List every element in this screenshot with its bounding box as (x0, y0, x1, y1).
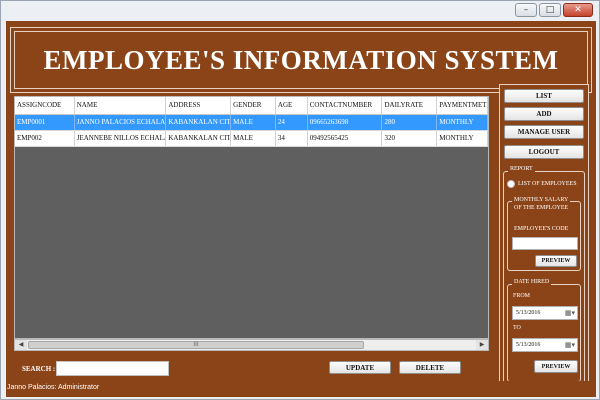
manage-user-button[interactable]: MANAGE USER (504, 125, 584, 139)
date-preview-button[interactable]: PREVIEW (534, 360, 578, 373)
table-cell: EMP0001 (15, 115, 75, 130)
logout-button[interactable]: LOGOUT (504, 145, 584, 159)
page-title: EMPLOYEE'S INFORMATION SYSTEM (43, 44, 559, 75)
scroll-right-icon[interactable]: ▶ (476, 340, 488, 350)
from-label: FROM (513, 293, 531, 299)
to-label: TO (513, 325, 521, 331)
table-cell: MONTHLY (437, 115, 488, 130)
sidebar: LIST ADD MANAGE USER LOGOUT REPORT LIST … (499, 84, 589, 389)
monthly-preview-button[interactable]: PREVIEW (535, 255, 577, 267)
date-hired-group: DATE HIRED FROM 5/13/2016 ▦▾ TO 5/13/201… (507, 279, 581, 382)
list-employees-label[interactable]: LIST OF EMPLOYEES (518, 181, 577, 187)
column-header[interactable]: NAME (75, 97, 167, 114)
table-cell: 320 (382, 131, 438, 146)
table-cell: 09665263698 (308, 115, 383, 130)
report-legend: REPORT (508, 166, 535, 172)
column-header[interactable]: PAYMENTMETH (437, 97, 488, 114)
scroll-left-icon[interactable]: ◀ (15, 340, 27, 350)
search-input[interactable] (56, 361, 169, 376)
column-header[interactable]: ASSIGNCODE (15, 97, 75, 114)
delete-button[interactable]: DELETE (399, 361, 461, 374)
table-cell: 34 (276, 131, 308, 146)
column-header[interactable]: GENDER (231, 97, 276, 114)
add-button[interactable]: ADD (504, 107, 584, 121)
calendar-dropdown-icon[interactable]: ▦▾ (565, 340, 575, 350)
table-row[interactable]: EMP0001 JANNO PALACIOS ECHALAR KABANKALA… (15, 115, 488, 131)
search-label: SEARCH : (22, 365, 56, 373)
monthly-salary-group: MONTHLY SALARY OF THE EMPLOYEE EMPLOYEE'S… (507, 196, 581, 271)
table-cell: 24 (276, 115, 308, 130)
table-cell: MALE (231, 115, 276, 130)
table-cell: JEANNEBE NILLOS ECHALAR (75, 131, 167, 146)
table-cell: KABANKALAN CITY (166, 115, 232, 130)
employee-code-label: EMPLOYEE'S CODE (514, 226, 569, 232)
column-header[interactable]: ADDRESS (166, 97, 232, 114)
table-cell: MALE (231, 131, 276, 146)
status-bar: Janno Palacios: Administrator (6, 381, 596, 397)
column-header[interactable]: CONTACTNUMBER (308, 97, 383, 114)
from-date-picker[interactable]: 5/13/2016 ▦▾ (512, 306, 578, 320)
horizontal-scrollbar[interactable]: ◀ III ▶ (14, 339, 489, 351)
list-button[interactable]: LIST (504, 89, 584, 103)
monthly-salary-legend: MONTHLY SALARY OF THE EMPLOYEE (512, 196, 571, 212)
date-hired-legend: DATE HIRED (512, 279, 552, 285)
close-icon[interactable]: ✕ (563, 3, 593, 17)
maximize-icon[interactable]: □ (539, 3, 561, 17)
window-controls: – □ ✕ (515, 3, 593, 17)
employee-code-input[interactable] (512, 237, 578, 250)
table-row[interactable]: EMP002 JEANNEBE NILLOS ECHALAR KABANKALA… (15, 131, 488, 147)
minimize-icon[interactable]: – (515, 3, 537, 17)
app-window: – □ ✕ EMPLOYEE'S INFORMATION SYSTEM ASSI… (0, 0, 600, 400)
scroll-thumb[interactable]: III (28, 341, 364, 349)
column-header[interactable]: DAILYRATE (382, 97, 438, 114)
table-cell: JANNO PALACIOS ECHALAR (75, 115, 167, 130)
table-cell: 09492565425 (308, 131, 383, 146)
table-header: ASSIGNCODE NAME ADDRESS GENDER AGE CONTA… (15, 97, 488, 115)
update-button[interactable]: UPDATE (329, 361, 391, 374)
calendar-dropdown-icon[interactable]: ▦▾ (565, 308, 575, 318)
list-employees-radio[interactable] (507, 180, 515, 188)
to-date-picker[interactable]: 5/13/2016 ▦▾ (512, 338, 578, 352)
employee-table[interactable]: ASSIGNCODE NAME ADDRESS GENDER AGE CONTA… (14, 96, 489, 339)
main-panel: EMPLOYEE'S INFORMATION SYSTEM ASSIGNCODE… (6, 21, 596, 397)
table-cell: MONTHLY (437, 131, 488, 146)
table-cell: 280 (382, 115, 438, 130)
table-cell: KABANKALAN CITY (166, 131, 232, 146)
report-group: REPORT LIST OF EMPLOYEES MONTHLY SALARY O… (503, 166, 585, 385)
table-cell: EMP002 (15, 131, 75, 146)
column-header[interactable]: AGE (276, 97, 308, 114)
